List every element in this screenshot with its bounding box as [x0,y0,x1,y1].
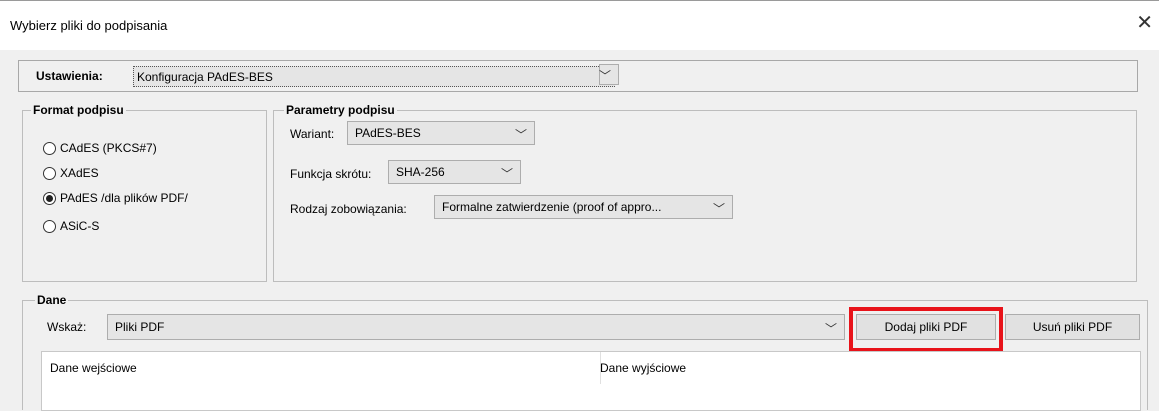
chevron-down-icon: ﹀ [500,167,513,181]
radio-label: ASiC-S [60,219,100,233]
radio-label: PAdES /dla plików PDF/ [60,191,188,205]
add-pdf-button[interactable]: Dodaj pliki PDF [856,314,996,340]
show-value: Pliki PDF [115,320,165,334]
settings-panel: Ustawienia: Konfiguracja PAdES-BES [18,60,1138,92]
chevron-down-icon: ﹀ [598,69,611,83]
column-header-input[interactable]: Dane wejściowe [42,352,601,384]
commitment-value: Formalne zatwierdzenie (proof of appro..… [442,200,662,214]
hash-value: SHA-256 [396,165,445,179]
signature-params-group: Parametry podpisu Wariant: PAdES-BES ﹀ F… [273,103,1137,282]
commitment-label: Rodzaj zobowiązania: [290,202,407,216]
show-label: Wskaż: [47,320,87,334]
close-icon[interactable]: ✕ [1136,13,1153,33]
variant-select[interactable]: PAdES-BES ﹀ [347,121,535,145]
radio-indicator [43,219,56,233]
hash-select[interactable]: SHA-256 ﹀ [388,160,521,184]
data-title: Dane [35,293,69,307]
signature-format-title: Format podpisu [31,103,126,117]
commitment-select[interactable]: Formalne zatwierdzenie (proof of appro..… [434,195,733,219]
variant-value: PAdES-BES [355,126,421,140]
radio-indicator-checked [43,191,56,205]
radio-cades[interactable]: CAdES (PKCS#7) [43,141,157,155]
window-title: Wybierz pliki do podpisania [10,18,168,33]
radio-indicator [43,166,56,180]
title-bar: Wybierz pliki do podpisania ✕ [0,0,1159,50]
settings-dropdown-button[interactable]: ﹀ [599,64,619,85]
data-group: Dane Wskaż: Pliki PDF ﹀ Dodaj pliki PDF … [22,293,1148,411]
signature-params-title: Parametry podpisu [284,103,397,117]
radio-xades[interactable]: XAdES [43,166,99,180]
hash-label: Funkcja skrótu: [290,167,372,181]
signature-format-group: Format podpisu CAdES (PKCS#7) XAdES PAdE… [22,103,267,282]
settings-select[interactable]: Konfiguracja PAdES-BES [133,66,615,87]
radio-indicator [43,141,56,155]
chevron-down-icon: ﹀ [824,322,837,336]
column-header-output[interactable]: Dane wyjściowe [592,352,1148,384]
chevron-down-icon: ﹀ [712,202,725,216]
settings-label: Ustawienia: [36,69,103,83]
chevron-down-icon: ﹀ [514,128,527,142]
settings-value: Konfiguracja PAdES-BES [137,70,273,84]
radio-label: XAdES [60,166,99,180]
radio-asic[interactable]: ASiC-S [43,219,99,233]
remove-pdf-button[interactable]: Usuń pliki PDF [1005,314,1140,340]
show-select[interactable]: Pliki PDF ﹀ [107,314,845,340]
files-table: Dane wejściowe Dane wyjściowe [41,351,1141,411]
radio-pades[interactable]: PAdES /dla plików PDF/ [43,191,188,205]
radio-label: CAdES (PKCS#7) [60,141,157,155]
variant-label: Wariant: [290,127,335,141]
